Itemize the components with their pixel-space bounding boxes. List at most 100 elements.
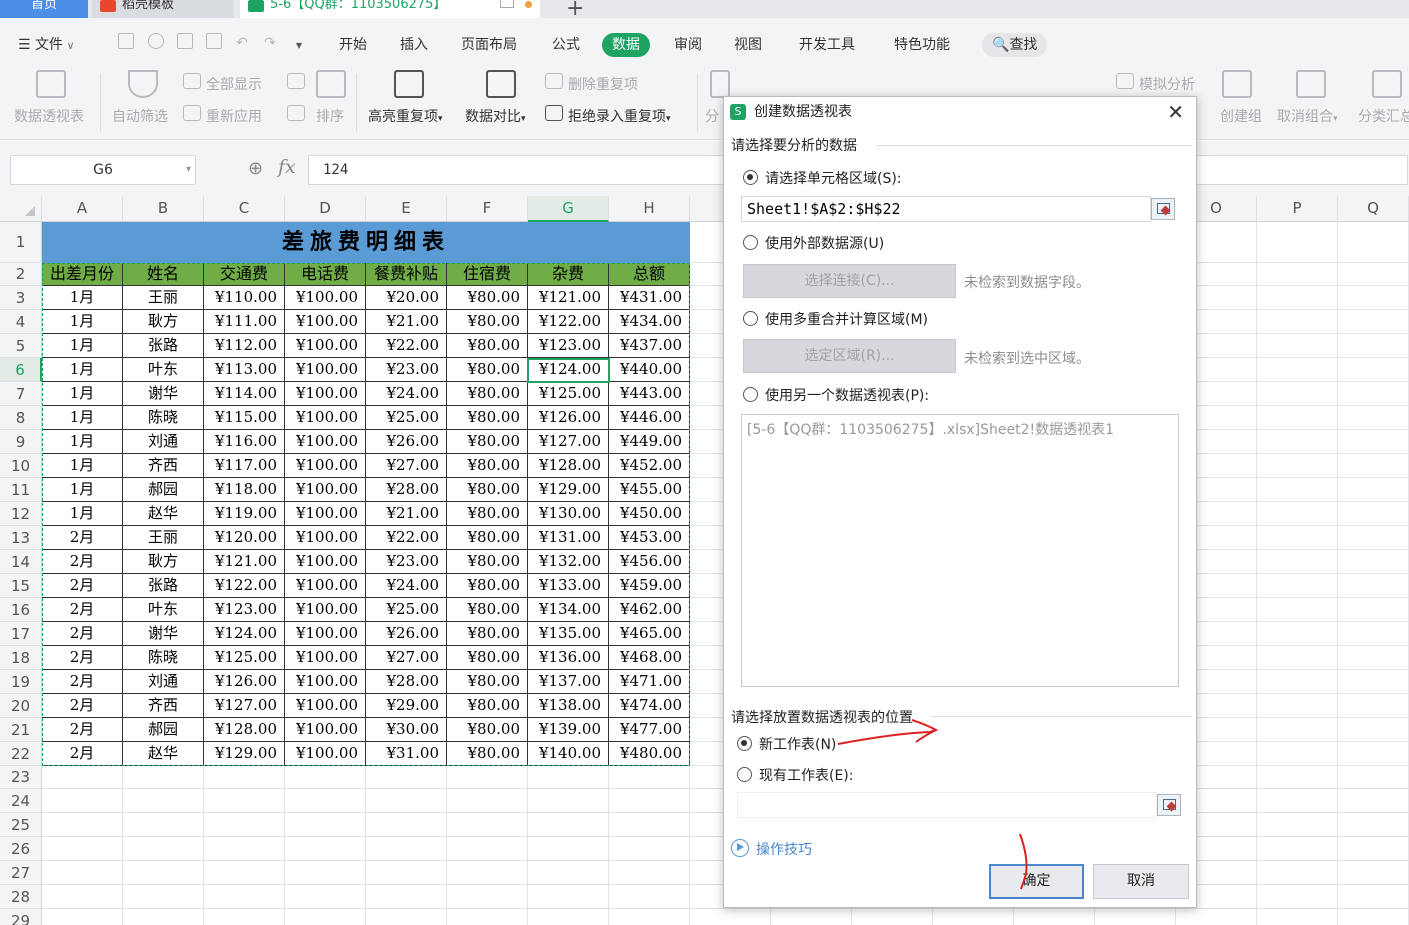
table-cell[interactable]: ¥25.00 <box>366 598 447 622</box>
table-cell[interactable]: ¥80.00 <box>447 622 528 646</box>
table-cell[interactable]: ¥80.00 <box>447 334 528 358</box>
table-cell[interactable]: ¥117.00 <box>204 454 285 478</box>
table-cell[interactable]: 郝园 <box>123 718 204 742</box>
range-picker-icon[interactable] <box>1151 198 1175 220</box>
menu-tab-review[interactable]: 审阅 <box>674 33 702 57</box>
table-cell[interactable]: ¥80.00 <box>447 694 528 718</box>
table-header-cell[interactable]: 交通费 <box>204 263 285 286</box>
table-cell[interactable]: ¥129.00 <box>204 742 285 766</box>
row-header[interactable]: 14 <box>0 550 42 574</box>
table-cell[interactable]: ¥80.00 <box>447 598 528 622</box>
table-cell[interactable]: ¥128.00 <box>204 718 285 742</box>
sort-ascending-icon[interactable] <box>287 73 305 89</box>
row-header[interactable]: 18 <box>0 646 42 670</box>
table-cell[interactable]: ¥22.00 <box>366 526 447 550</box>
table-cell[interactable]: ¥126.00 <box>204 670 285 694</box>
column-header[interactable]: C <box>204 196 285 222</box>
row-header[interactable]: 25 <box>0 813 42 837</box>
table-cell[interactable]: 齐西 <box>123 694 204 718</box>
table-cell[interactable]: ¥440.00 <box>609 358 690 382</box>
menu-tab-features[interactable]: 特色功能 <box>894 33 950 57</box>
table-cell[interactable]: ¥80.00 <box>447 478 528 502</box>
table-cell[interactable]: ¥477.00 <box>609 718 690 742</box>
table-cell[interactable]: ¥80.00 <box>447 310 528 334</box>
table-cell[interactable]: ¥80.00 <box>447 718 528 742</box>
table-header-cell[interactable]: 住宿费 <box>447 263 528 286</box>
table-cell[interactable]: 1月 <box>42 334 123 358</box>
table-cell[interactable]: ¥100.00 <box>285 574 366 598</box>
table-cell[interactable]: 齐西 <box>123 454 204 478</box>
table-cell[interactable]: 刘通 <box>123 670 204 694</box>
table-header-cell[interactable]: 杂费 <box>528 263 609 286</box>
show-all-button[interactable]: 全部显示 <box>206 74 262 94</box>
column-header[interactable]: A <box>42 196 123 222</box>
ungroup-button[interactable]: 取消组合▾ <box>1277 106 1338 126</box>
menu-tab-formula[interactable]: 公式 <box>552 33 580 57</box>
zoom-search-icon[interactable]: ⊕ <box>248 158 263 179</box>
table-cell[interactable]: ¥124.00 <box>204 622 285 646</box>
table-cell[interactable]: 2月 <box>42 694 123 718</box>
table-cell[interactable]: ¥138.00 <box>528 694 609 718</box>
undo-icon[interactable]: ↶ <box>236 31 248 55</box>
table-cell[interactable]: 2月 <box>42 574 123 598</box>
table-cell[interactable]: ¥129.00 <box>528 478 609 502</box>
table-header-cell[interactable]: 餐费补贴 <box>366 263 447 286</box>
table-cell[interactable]: ¥100.00 <box>285 646 366 670</box>
table-cell[interactable]: ¥132.00 <box>528 550 609 574</box>
table-cell[interactable]: ¥446.00 <box>609 406 690 430</box>
menu-tab-insert[interactable]: 插入 <box>400 33 428 57</box>
table-cell[interactable]: ¥100.00 <box>285 718 366 742</box>
file-menu[interactable]: ☰ 文件 ∨ <box>18 33 75 57</box>
table-cell[interactable]: ¥130.00 <box>528 502 609 526</box>
column-header[interactable]: D <box>285 196 366 222</box>
select-all-corner[interactable] <box>0 196 42 222</box>
table-cell[interactable]: ¥27.00 <box>366 454 447 478</box>
select-ranges-button[interactable]: 选定区域(R)... <box>743 339 956 373</box>
table-cell[interactable]: 2月 <box>42 718 123 742</box>
table-cell[interactable]: ¥22.00 <box>366 334 447 358</box>
row-header[interactable]: 8 <box>0 406 42 430</box>
operation-tips-link[interactable]: 操作技巧 <box>756 839 812 859</box>
table-cell[interactable]: ¥110.00 <box>204 286 285 310</box>
tab-home[interactable]: 首页 <box>0 0 88 18</box>
radio-cell-range-label[interactable]: 请选择单元格区域(S): <box>765 168 902 188</box>
table-cell[interactable]: 2月 <box>42 598 123 622</box>
table-cell[interactable]: 1月 <box>42 310 123 334</box>
table-cell[interactable]: ¥100.00 <box>285 382 366 406</box>
create-group-icon[interactable] <box>1222 70 1252 98</box>
table-cell[interactable]: ¥140.00 <box>528 742 609 766</box>
table-cell[interactable]: ¥100.00 <box>285 334 366 358</box>
table-cell[interactable]: 谢华 <box>123 382 204 406</box>
select-connection-button[interactable]: 选择连接(C)... <box>743 264 956 298</box>
table-cell[interactable]: ¥100.00 <box>285 550 366 574</box>
table-cell[interactable]: ¥80.00 <box>447 454 528 478</box>
sort-button[interactable]: 排序 <box>316 106 344 126</box>
table-cell[interactable]: ¥453.00 <box>609 526 690 550</box>
table-cell[interactable]: ¥30.00 <box>366 718 447 742</box>
ungroup-icon[interactable] <box>1296 70 1326 98</box>
format-painter-icon[interactable] <box>148 33 164 49</box>
column-header[interactable]: B <box>123 196 204 222</box>
ok-button[interactable]: 确定 <box>989 864 1084 899</box>
table-cell[interactable]: ¥133.00 <box>528 574 609 598</box>
table-cell[interactable]: ¥100.00 <box>285 502 366 526</box>
table-cell[interactable]: ¥80.00 <box>447 406 528 430</box>
table-cell[interactable]: 刘通 <box>123 430 204 454</box>
radio-existing-sheet[interactable] <box>737 767 752 782</box>
row-header[interactable]: 21 <box>0 718 42 742</box>
sort-icon[interactable] <box>316 70 346 98</box>
table-cell[interactable]: 谢华 <box>123 622 204 646</box>
table-cell[interactable]: ¥21.00 <box>366 502 447 526</box>
play-tips-icon[interactable] <box>731 839 749 857</box>
table-cell[interactable]: ¥121.00 <box>528 286 609 310</box>
table-cell[interactable]: ¥112.00 <box>204 334 285 358</box>
table-header-cell[interactable]: 总额 <box>609 263 690 286</box>
table-cell[interactable]: 2月 <box>42 742 123 766</box>
subtotal-icon[interactable] <box>1372 70 1402 98</box>
table-cell[interactable]: ¥449.00 <box>609 430 690 454</box>
what-if-analysis-button[interactable]: 模拟分析 <box>1139 74 1195 94</box>
radio-existing-sheet-label[interactable]: 现有工作表(E): <box>759 765 854 785</box>
reject-duplicates-icon[interactable] <box>545 105 563 121</box>
reapply-icon[interactable] <box>183 105 201 121</box>
table-cell[interactable]: ¥121.00 <box>204 550 285 574</box>
